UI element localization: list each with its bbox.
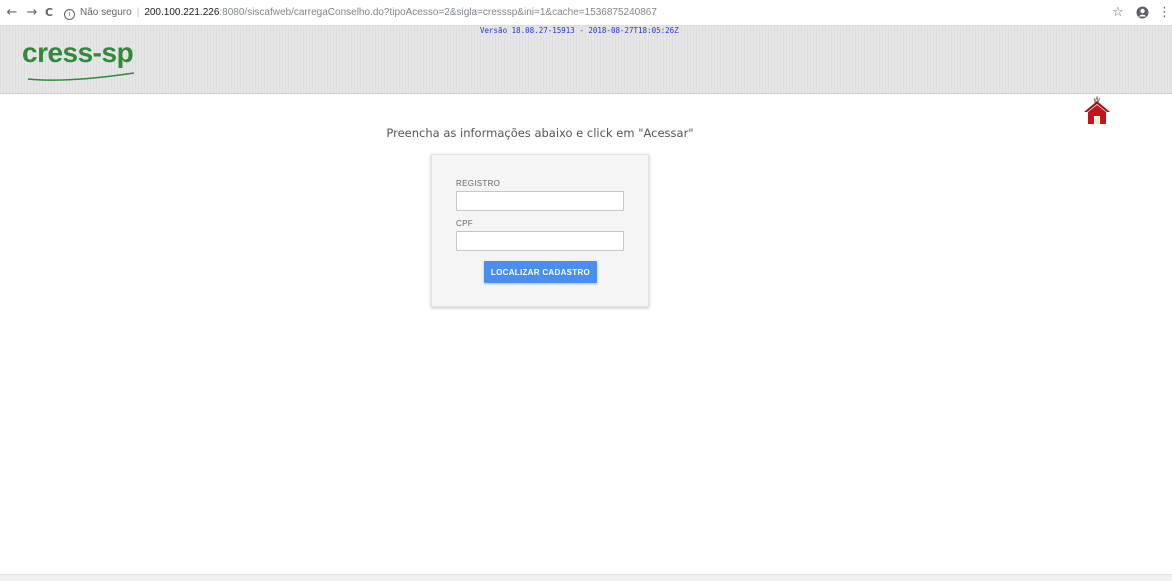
logo-swoosh-icon — [27, 72, 135, 81]
url-host: 200.100.221.226 — [144, 7, 220, 18]
address-separator: | — [136, 7, 140, 18]
instructions-text: Preencha as informações abaixo e click e… — [0, 126, 1080, 140]
security-label: Não seguro — [80, 7, 132, 18]
localizar-cadastro-button[interactable]: LOCALIZAR CADASTRO — [484, 261, 597, 283]
version-label: Versão 18.08.27-15913 - 2018-08-27T18:05… — [480, 26, 679, 35]
cpf-label: CPF — [456, 219, 473, 228]
browser-toolbar: ← → C i Não seguro | 200.100.221.226:8080/s… — [0, 0, 1172, 26]
instructions-label: Preencha as informações abaixo e click e… — [386, 126, 694, 140]
back-icon[interactable]: ← — [4, 5, 20, 21]
address-bar[interactable]: i Não seguro | 200.100.221.226:8080/siscafw… — [64, 4, 1094, 22]
url-path: :8080/siscafweb/carregaConselho.do?tipoA… — [219, 7, 657, 18]
account-svg — [1136, 6, 1149, 19]
forward-icon[interactable]: → — [24, 5, 40, 21]
browser-menu-icon[interactable]: ⋮ — [1158, 5, 1171, 21]
info-icon[interactable]: i — [64, 9, 75, 20]
registro-label: REGISTRO — [456, 179, 501, 188]
home-svg — [1084, 95, 1110, 124]
reload-icon[interactable]: C — [41, 5, 57, 21]
cress-sp-logo[interactable]: CRESS-SP — [22, 36, 142, 86]
site-header: CRESS-SP Versão 18.08.27-15913 - 2018-08… — [0, 26, 1172, 94]
home-icon[interactable] — [1081, 95, 1113, 126]
logo-text: CRESS-SP — [22, 37, 134, 68]
registro-input[interactable] — [456, 191, 624, 211]
account-icon[interactable] — [1136, 6, 1149, 19]
bookmark-star-icon[interactable]: ☆ — [1112, 5, 1124, 21]
lookup-form: REGISTRO CPF LOCALIZAR CADASTRO — [431, 154, 649, 307]
cpf-input[interactable] — [456, 231, 624, 251]
bottom-scroll-area — [0, 574, 1172, 581]
